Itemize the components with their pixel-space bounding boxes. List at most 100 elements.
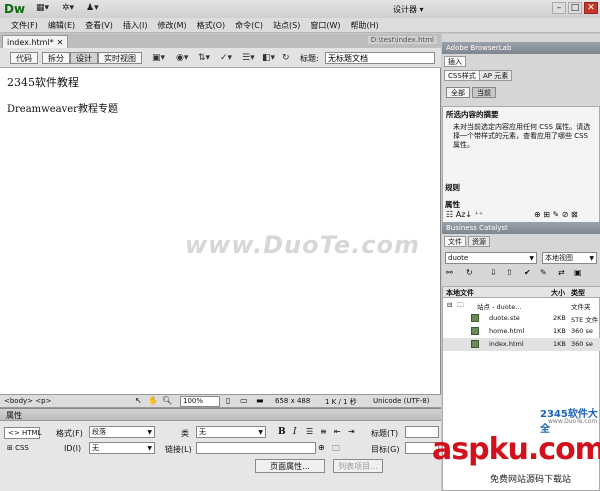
site-select[interactable]: duote ▼: [445, 252, 537, 264]
menu-edit[interactable]: 编辑(E): [43, 20, 80, 31]
browserlab-panel-header[interactable]: Adobe BrowserLab: [442, 42, 600, 54]
list-item[interactable]: duote.ste 2KB STE 文件: [443, 312, 600, 325]
list-item[interactable]: index.html 1KB 360 se: [443, 338, 600, 351]
list-item[interactable]: home.html 1KB 360 se: [443, 325, 600, 338]
workspace-label: 设计器: [393, 5, 417, 14]
file-management-icon[interactable]: ⇅▾: [198, 53, 210, 63]
get-files-icon[interactable]: ⇩: [490, 268, 497, 277]
maximize-icon[interactable]: □: [568, 2, 582, 14]
file-size: 1KB: [553, 327, 566, 335]
tab-files[interactable]: 文件: [444, 236, 466, 247]
split-view-button[interactable]: 拆分: [42, 52, 70, 64]
category-view-icon[interactable]: ☷ Az↓ ⁺⁺: [446, 210, 483, 219]
zoom-tool-icon[interactable]: 🔍︎: [162, 396, 172, 405]
html-mode-button[interactable]: <> HTML: [4, 427, 41, 439]
business-catalyst-header[interactable]: Business Catalyst: [442, 222, 600, 234]
bold-button[interactable]: B: [278, 427, 286, 437]
close-tab-icon[interactable]: ✕: [57, 38, 64, 47]
css-all-button[interactable]: 全部: [446, 87, 470, 98]
browser-check-icon[interactable]: ✓▾: [220, 53, 232, 63]
menu-window[interactable]: 窗口(W): [305, 20, 345, 31]
design-view-button[interactable]: 设计: [70, 52, 98, 64]
check-out-icon[interactable]: ✔: [524, 268, 531, 277]
collapse-icon[interactable]: ⊟: [447, 301, 452, 309]
menu-file[interactable]: 文件(F): [6, 20, 43, 31]
list-item[interactable]: ⊟ 🗀︎ 站点 - duote... 文件夹: [443, 299, 600, 312]
phone-size-icon[interactable]: ▯: [226, 396, 230, 405]
id-select[interactable]: 无 ▼: [89, 442, 155, 454]
menu-format[interactable]: 格式(O): [192, 20, 231, 31]
document-path: D:\test\index.html: [367, 36, 437, 44]
browse-folder-icon[interactable]: 🗀︎: [332, 443, 340, 457]
list-item-button[interactable]: 列表项目...: [333, 459, 383, 473]
view-select[interactable]: 本地视图 ▼: [542, 252, 597, 264]
design-canvas[interactable]: 2345软件教程 Dreamweaver教程专题 www.DuoTe.com: [0, 68, 441, 394]
check-in-icon[interactable]: ✎: [540, 268, 547, 277]
visual-aids-icon[interactable]: ◧▾: [262, 53, 275, 63]
ordered-list-icon[interactable]: ≡: [320, 427, 327, 436]
css-mode-button[interactable]: ⊞ CSS: [4, 442, 40, 454]
menu-insert[interactable]: 插入(I): [118, 20, 153, 31]
code-view-button[interactable]: 代码: [10, 52, 38, 64]
italic-button[interactable]: I: [293, 427, 297, 437]
summary-text: 未对当前选定内容应用任何 CSS 属性。请选择一个带样式的元素，查看应用了哪些 …: [453, 123, 591, 149]
person-icon[interactable]: ♟▾: [86, 3, 99, 13]
css-rule-tools-icon[interactable]: ⊕ ⊞ ✎ ⊘ ⊠: [534, 210, 578, 219]
zoom-select[interactable]: 100%: [180, 396, 220, 407]
expand-icon[interactable]: ▣: [574, 268, 582, 277]
minimize-icon[interactable]: –: [552, 2, 566, 14]
column-size[interactable]: 大小: [551, 288, 565, 298]
menu-site[interactable]: 站点(S): [268, 20, 305, 31]
page-properties-button[interactable]: 页面属性...: [255, 459, 325, 473]
class-label: 类: [181, 429, 189, 438]
tab-assets[interactable]: 资源: [468, 236, 490, 247]
sync-icon[interactable]: ⇄: [558, 268, 565, 277]
layout-icon[interactable]: ▦▾: [36, 3, 49, 13]
preview-browser-icon[interactable]: ◉▾: [176, 53, 188, 63]
refresh-icon[interactable]: ↻: [282, 53, 290, 63]
tab-label: index.html*: [7, 37, 54, 47]
menu-commands[interactable]: 命令(C): [230, 20, 268, 31]
class-select[interactable]: 无 ▼: [196, 426, 266, 438]
indent-icon[interactable]: ⇥: [348, 427, 355, 436]
title-bar: Dw ▦▾ ✲▾ ♟▾ 设计器 ▾ – □ ✕: [0, 0, 600, 18]
css-summary-box: 所选内容的摘要 未对当前选定内容应用任何 CSS 属性。请选择一个带样式的元素，…: [442, 106, 600, 224]
outdent-icon[interactable]: ⇤: [334, 427, 341, 436]
download-stats: 1 K / 1 秒: [325, 398, 357, 406]
link-label: 链接(L): [165, 445, 192, 454]
select-tool-icon[interactable]: ↖: [135, 396, 142, 405]
refresh-icon[interactable]: ↻: [466, 268, 473, 277]
live-view-button[interactable]: 实时视图: [98, 52, 142, 64]
validate-icon[interactable]: ☰▾: [242, 53, 255, 63]
unordered-list-icon[interactable]: ☰: [306, 427, 313, 436]
tab-index-html[interactable]: index.html* ✕: [2, 35, 69, 48]
tab-ap-elements[interactable]: AP 元素: [479, 70, 513, 81]
id-label: ID(I): [64, 444, 82, 453]
close-icon[interactable]: ✕: [584, 2, 598, 14]
multiscreen-icon[interactable]: ▣▾: [152, 53, 165, 63]
column-type[interactable]: 类型: [571, 288, 585, 298]
view-value: 本地视图: [545, 254, 573, 262]
format-select[interactable]: 段落 ▼: [89, 426, 155, 438]
menu-help[interactable]: 帮助(H): [345, 20, 383, 31]
tablet-size-icon[interactable]: ▭: [240, 396, 248, 405]
column-name[interactable]: 本地文件: [446, 288, 474, 298]
tag-selector[interactable]: <body> <p>: [4, 397, 51, 405]
css-current-button[interactable]: 当前: [472, 87, 496, 98]
point-to-file-icon[interactable]: ⊕: [318, 443, 325, 452]
tab-insert[interactable]: 插入: [444, 56, 466, 67]
link-input[interactable]: [196, 442, 316, 454]
menu-view[interactable]: 查看(V): [80, 20, 118, 31]
properties-label: 属性: [445, 200, 460, 209]
put-files-icon[interactable]: ⇧: [506, 268, 513, 277]
gear-icon[interactable]: ✲▾: [62, 3, 74, 13]
folder-icon: 🗀︎: [457, 301, 464, 309]
window-size[interactable]: 658 x 488: [275, 397, 310, 405]
workspace-switcher[interactable]: 设计器 ▾: [393, 4, 424, 15]
title-input[interactable]: [325, 52, 435, 64]
tab-css-styles[interactable]: CSS样式: [444, 70, 480, 81]
connect-icon[interactable]: ⚯: [446, 268, 453, 277]
menu-modify[interactable]: 修改(M): [152, 20, 191, 31]
hand-tool-icon[interactable]: ✋: [148, 396, 158, 405]
desktop-size-icon[interactable]: ▬: [256, 396, 264, 405]
